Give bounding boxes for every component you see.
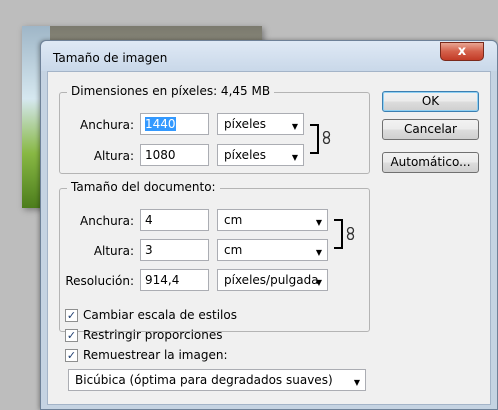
- constrain-proportions-label[interactable]: Restringir proporciones: [83, 328, 222, 342]
- document-size-legend: Tamaño del documento:: [67, 180, 220, 194]
- chevron-down-icon: ▼: [291, 122, 298, 131]
- dialog-content: Dimensiones en píxeles: 4,45 MB Anchura:…: [47, 71, 491, 405]
- cancel-button[interactable]: Cancelar: [382, 119, 479, 140]
- doc-link-bracket: [334, 219, 343, 249]
- pixel-link-bracket: [310, 124, 319, 154]
- image-size-dialog: Tamaño de imagen x Dimensiones en píxele…: [40, 40, 498, 410]
- chain-link-icon: [346, 227, 355, 240]
- close-icon: x: [457, 44, 467, 59]
- checkmark-icon: ✓: [66, 309, 77, 322]
- chevron-down-icon: ▼: [315, 218, 322, 227]
- doc-height-input[interactable]: 3: [140, 239, 209, 261]
- doc-height-label: Altura:: [93, 244, 134, 258]
- chevron-down-icon: ▼: [291, 153, 298, 162]
- resample-label[interactable]: Remuestrear la imagen:: [83, 348, 228, 362]
- pixel-height-label: Altura:: [93, 149, 134, 163]
- resample-method-select[interactable]: Bicúbica (óptima para degradados suaves)…: [68, 369, 366, 391]
- pixel-width-label: Anchura:: [80, 118, 134, 132]
- auto-button[interactable]: Automático...: [382, 152, 479, 173]
- checkmark-icon: ✓: [66, 349, 77, 362]
- close-button[interactable]: x: [440, 42, 484, 61]
- pixel-width-input[interactable]: 1440: [140, 113, 209, 135]
- scale-styles-checkbox[interactable]: ✓: [65, 309, 78, 322]
- resample-checkbox[interactable]: ✓: [65, 349, 78, 362]
- doc-width-input[interactable]: 4: [140, 209, 209, 231]
- doc-height-unit-select[interactable]: cm ▼: [217, 239, 328, 261]
- pixel-width-unit-select[interactable]: píxeles ▼: [217, 113, 304, 135]
- scale-styles-label[interactable]: Cambiar escala de estilos: [83, 308, 237, 322]
- chevron-down-icon: ▼: [315, 278, 322, 287]
- doc-width-unit-select[interactable]: cm ▼: [217, 209, 328, 231]
- ok-button[interactable]: OK: [382, 91, 479, 112]
- resolution-unit-select[interactable]: píxeles/pulgada ▼: [217, 269, 328, 291]
- resolution-label: Resolución:: [65, 274, 134, 288]
- checkmark-icon: ✓: [66, 329, 77, 342]
- chevron-down-icon: ▼: [353, 378, 360, 387]
- chain-link-icon: [322, 131, 331, 144]
- doc-width-label: Anchura:: [80, 214, 134, 228]
- pixel-height-input[interactable]: 1080: [140, 144, 209, 166]
- dialog-title: Tamaño de imagen: [53, 51, 168, 65]
- chevron-down-icon: ▼: [315, 248, 322, 257]
- dialog-titlebar[interactable]: Tamaño de imagen x: [41, 41, 497, 71]
- constrain-proportions-checkbox[interactable]: ✓: [65, 329, 78, 342]
- resolution-input[interactable]: 914,4: [140, 269, 209, 291]
- pixel-height-unit-select[interactable]: píxeles ▼: [217, 144, 304, 166]
- pixel-dimensions-legend: Dimensiones en píxeles: 4,45 MB: [67, 84, 275, 98]
